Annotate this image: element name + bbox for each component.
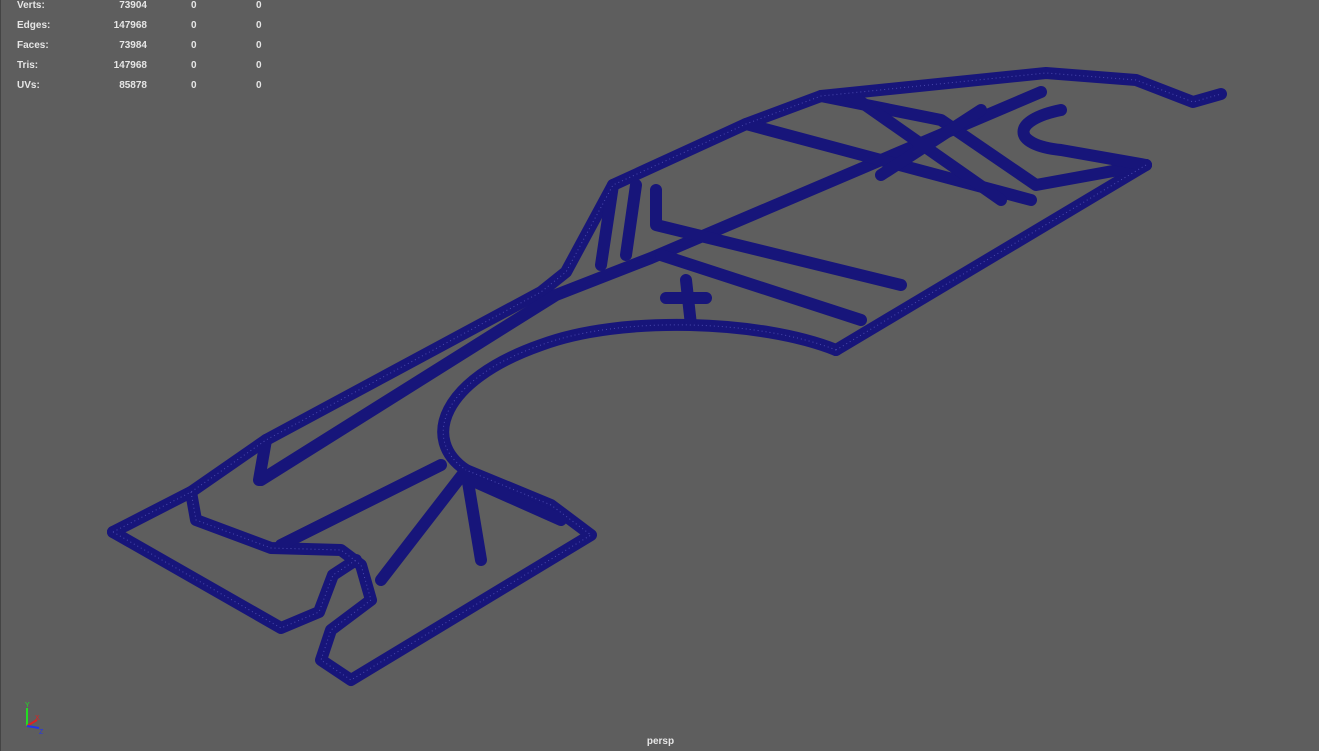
- z-axis-icon: [26, 725, 40, 729]
- maya-viewport[interactable]: Verts: 73904 0 0 Edges: 147968 0 0 Faces: 73984…: [0, 0, 1319, 751]
- center-bracket: [660, 274, 712, 331]
- front-cross: [275, 459, 567, 586]
- axis-z-label: Z: [39, 729, 44, 736]
- camera-name-label: persp: [646, 736, 675, 747]
- axis-x-label: X: [35, 715, 40, 722]
- wheel-arch: [437, 318, 842, 476]
- axis-y-label: Y: [25, 702, 30, 709]
- chassis-frame: [107, 67, 1227, 686]
- rear-loop: [1017, 104, 1152, 171]
- axis-gizmo: Y X Z: [25, 702, 44, 736]
- chassis-wireframe-model[interactable]: [1, 0, 1319, 751]
